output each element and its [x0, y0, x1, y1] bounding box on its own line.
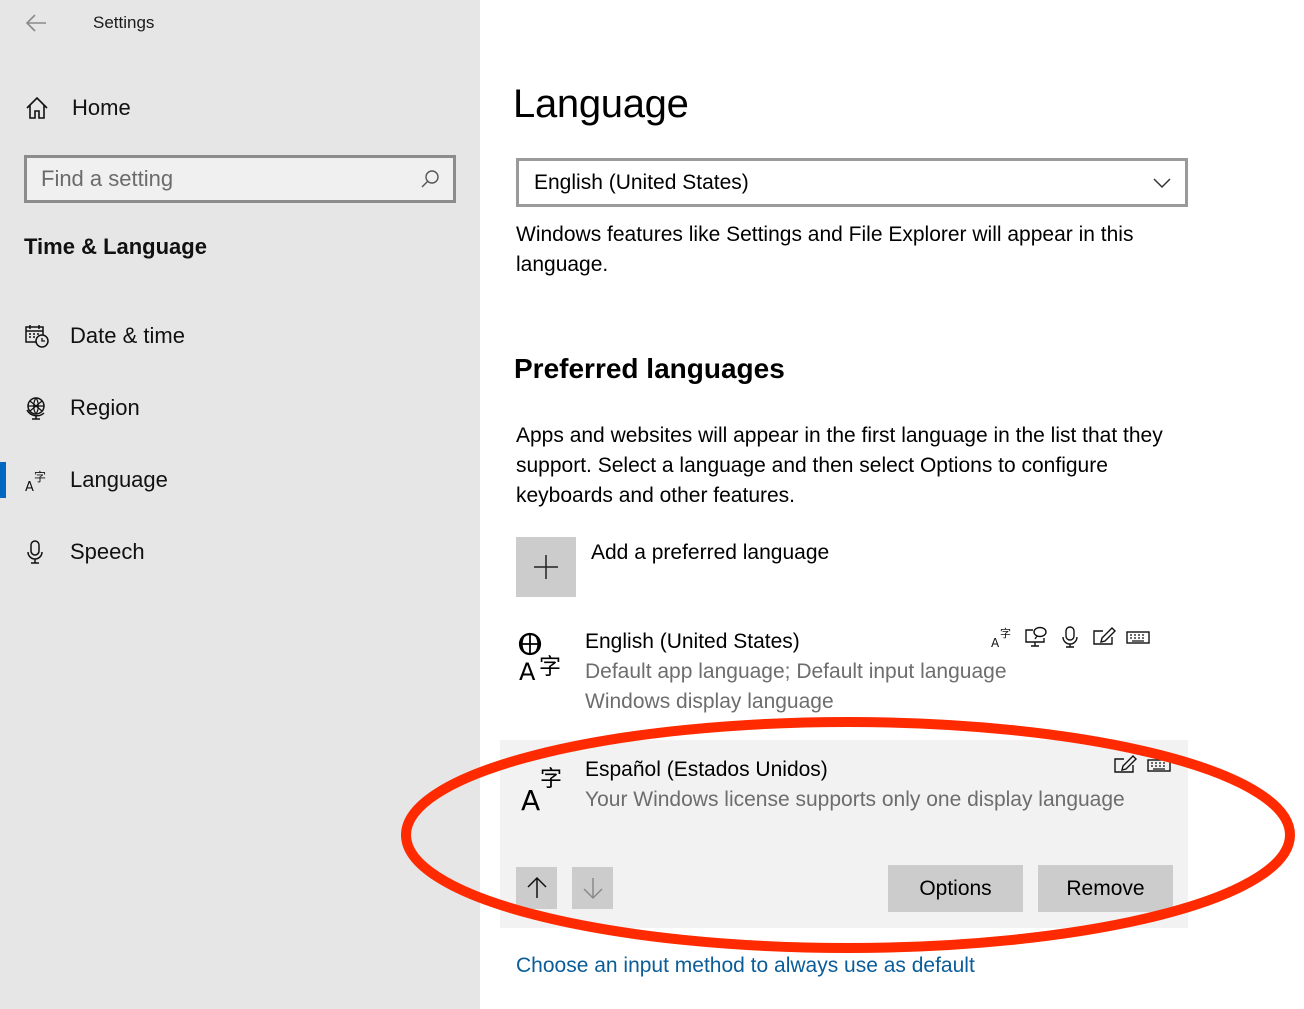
remove-button[interactable]: Remove — [1038, 865, 1173, 912]
language-icon: A 字 — [25, 469, 46, 493]
page-title: Language — [513, 82, 689, 126]
feature-icons: A字 — [990, 626, 1150, 648]
sidebar-item-region[interactable]: Region — [0, 386, 480, 430]
sidebar-item-label: Region — [70, 395, 140, 420]
language-item-english[interactable]: A 字 English (United States) Default app … — [500, 620, 1188, 720]
display-language-dropdown[interactable]: English (United States) — [516, 158, 1188, 207]
options-button[interactable]: Options — [888, 865, 1023, 912]
back-arrow-icon — [25, 14, 46, 32]
handwriting-icon — [1093, 627, 1116, 645]
add-language-row[interactable]: Add a preferred language — [516, 537, 829, 597]
plus-icon — [534, 555, 558, 579]
back-button[interactable] — [24, 12, 48, 34]
arrow-down-icon — [582, 878, 603, 900]
preferred-languages-description: Apps and websites will appear in the fir… — [516, 424, 1163, 507]
preferred-languages-title: Preferred languages — [514, 353, 785, 384]
display-language-description: Windows features like Settings and File … — [516, 223, 1134, 276]
handwriting-icon — [1114, 755, 1137, 773]
svg-text:A: A — [521, 784, 540, 814]
language-name: Español (Estados Unidos) — [585, 758, 828, 781]
home-icon — [26, 96, 48, 119]
svg-text:A: A — [519, 658, 536, 684]
dropdown-value: English (United States) — [534, 170, 749, 194]
svg-text:字: 字 — [539, 655, 561, 680]
sidebar-item-label: Speech — [70, 539, 145, 564]
svg-text:字: 字 — [34, 469, 46, 484]
language-status-line: Default app language; Default input lang… — [585, 660, 1007, 683]
language-status-line: Windows display language — [585, 690, 834, 713]
sidebar-item-language[interactable]: A 字 Language — [0, 458, 480, 502]
sidebar: Settings Home Time & Language Date & tim… — [0, 0, 480, 1009]
input-method-link[interactable]: Choose an input method to always use as … — [516, 954, 975, 978]
home-label: Home — [72, 95, 131, 120]
language-pack-globe-icon: A 字 — [518, 632, 561, 684]
sidebar-item-speech[interactable]: Speech — [0, 530, 480, 574]
sidebar-item-date-time[interactable]: Date & time — [0, 314, 480, 358]
keyboard-icon — [1147, 759, 1171, 772]
chevron-down-icon — [1153, 177, 1171, 188]
globe-icon — [26, 397, 45, 420]
main-content: Language English (United States) Windows… — [480, 0, 1304, 1009]
section-title: Time & Language — [24, 234, 207, 259]
feature-icons — [1113, 754, 1171, 776]
svg-text:A: A — [991, 636, 1000, 648]
sidebar-item-label: Language — [70, 467, 168, 492]
search-input[interactable] — [27, 166, 419, 192]
language-item-spanish[interactable]: A 字 Español (Estados Unidos) Your Window… — [500, 740, 1188, 928]
microphone-icon — [27, 540, 43, 564]
search-icon[interactable] — [419, 168, 441, 190]
app-title: Settings — [93, 13, 155, 32]
move-down-button[interactable] — [572, 867, 613, 909]
sidebar-home[interactable]: Home — [24, 92, 131, 124]
svg-text:字: 字 — [1000, 626, 1011, 640]
svg-text:A: A — [25, 480, 34, 493]
text-to-speech-icon — [1025, 626, 1047, 647]
keyboard-icon — [1126, 631, 1150, 644]
selected-indicator — [0, 462, 6, 498]
move-up-button[interactable] — [516, 867, 557, 909]
language-pack-icon: A字 — [991, 626, 1011, 648]
svg-text:字: 字 — [540, 767, 562, 792]
speech-icon — [1062, 626, 1078, 648]
language-status-line: Your Windows license supports only one d… — [585, 788, 1125, 811]
search-box[interactable] — [24, 155, 456, 203]
arrow-up-icon — [526, 876, 547, 898]
language-name: English (United States) — [585, 630, 800, 653]
sidebar-item-label: Date & time — [70, 323, 185, 348]
add-language-label: Add a preferred language — [591, 541, 830, 564]
language-icon: A 字 — [521, 767, 562, 814]
calendar-clock-icon — [25, 325, 49, 348]
add-language-button[interactable] — [516, 537, 576, 597]
